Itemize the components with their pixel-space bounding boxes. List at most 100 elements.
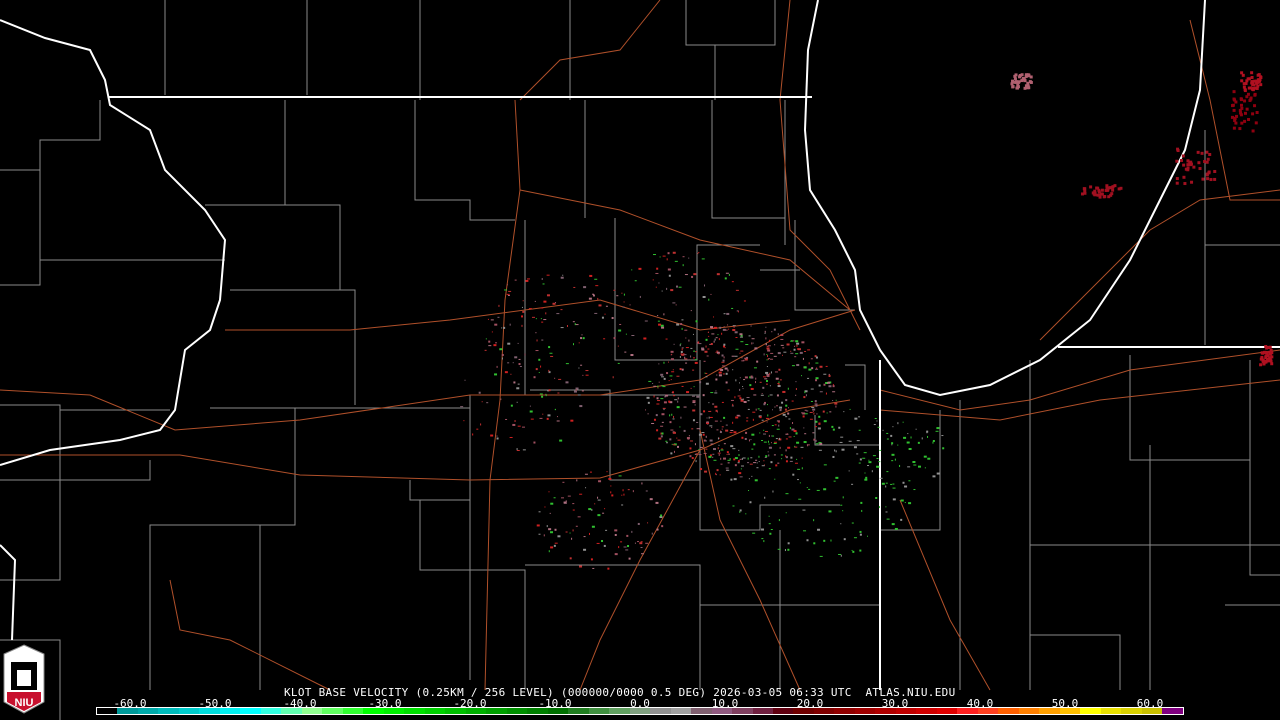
velocity-echo (815, 426, 818, 428)
velocity-echo (782, 391, 785, 393)
velocity-echo (915, 428, 917, 430)
velocity-echo (774, 478, 776, 480)
velocity-echo (738, 449, 740, 451)
velocity-echo (864, 472, 866, 474)
velocity-echo (787, 387, 789, 390)
velocity-echo (668, 361, 670, 363)
velocity-echo (507, 362, 510, 364)
velocity-echo (559, 439, 563, 442)
velocity-echo (662, 407, 666, 409)
velocity-echo (1015, 86, 1019, 90)
velocity-echo (542, 413, 544, 415)
velocity-echo (541, 339, 544, 341)
velocity-echo (795, 394, 797, 396)
velocity-echo (815, 439, 817, 442)
velocity-echo (717, 334, 719, 336)
velocity-echo (763, 540, 765, 543)
velocity-echo (790, 352, 794, 354)
velocity-echo (932, 441, 934, 444)
velocity-echo (737, 460, 740, 463)
velocity-echo (1175, 177, 1179, 181)
velocity-echo (588, 297, 592, 300)
velocity-echo (802, 357, 804, 360)
velocity-echo (538, 511, 541, 513)
velocity-echo (1255, 86, 1259, 90)
colorbar-segment (158, 708, 179, 714)
velocity-echo (778, 381, 780, 384)
velocity-echo (651, 422, 655, 424)
velocity-echo (838, 553, 842, 555)
velocity-echo (660, 425, 664, 427)
velocity-echo (546, 274, 550, 276)
velocity-echo (818, 384, 821, 387)
velocity-echo (591, 525, 595, 528)
velocity-echo (577, 516, 581, 518)
velocity-echo (591, 508, 593, 511)
velocity-echo (908, 502, 912, 505)
velocity-echo (748, 335, 751, 337)
velocity-echo (769, 394, 773, 396)
velocity-echo (807, 377, 810, 379)
velocity-echo (1208, 152, 1212, 156)
velocity-echo (671, 353, 673, 355)
velocity-echo (694, 443, 696, 446)
velocity-echo (497, 316, 500, 318)
velocity-echo (665, 440, 668, 442)
velocity-echo (874, 417, 877, 419)
velocity-echo (770, 371, 772, 374)
velocity-echo (660, 373, 664, 376)
velocity-echo (681, 319, 684, 321)
velocity-echo (521, 306, 523, 308)
velocity-echo (611, 494, 614, 497)
velocity-echo (799, 351, 803, 354)
velocity-echo (818, 415, 821, 418)
velocity-echo (788, 418, 791, 420)
velocity-echo (673, 450, 675, 453)
velocity-echo (670, 289, 674, 292)
velocity-echo (752, 532, 756, 534)
velocity-echo (693, 273, 697, 276)
velocity-echo (575, 387, 579, 390)
velocity-echo (518, 358, 521, 360)
velocity-echo (781, 458, 783, 460)
velocity-echo (719, 372, 722, 374)
velocity-echo (754, 479, 758, 482)
velocity-echo (740, 465, 744, 467)
velocity-echo (708, 455, 712, 458)
velocity-echo (506, 293, 510, 295)
velocity-echo (751, 433, 755, 436)
velocity-echo (746, 397, 750, 399)
velocity-echo (726, 312, 730, 315)
velocity-echo (708, 335, 710, 337)
velocity-echo (718, 437, 720, 439)
velocity-echo (662, 386, 666, 388)
velocity-echo (769, 532, 772, 535)
velocity-echo (679, 426, 681, 428)
velocity-echo (1200, 151, 1204, 155)
velocity-echo (486, 402, 489, 404)
velocity-echo (504, 371, 508, 374)
velocity-echo (682, 256, 685, 258)
velocity-echo (1247, 118, 1251, 122)
velocity-echo (778, 424, 780, 427)
velocity-echo (602, 512, 605, 514)
velocity-echo (735, 379, 737, 382)
velocity-echo (766, 359, 768, 361)
velocity-echo (747, 462, 750, 464)
velocity-echo (763, 353, 765, 356)
velocity-echo (535, 350, 539, 352)
velocity-echo (785, 449, 787, 452)
colorbar-segment (465, 708, 487, 714)
velocity-echo (668, 274, 671, 277)
velocity-echo (770, 358, 774, 360)
velocity-echo (1243, 111, 1247, 115)
velocity-echo (683, 406, 687, 408)
velocity-echo (904, 485, 908, 488)
velocity-echo (525, 279, 529, 282)
velocity-echo (796, 364, 800, 367)
velocity-echo (784, 549, 786, 552)
velocity-echo (657, 400, 661, 402)
velocity-echo (787, 412, 790, 415)
velocity-echo (817, 528, 821, 531)
velocity-echo (825, 392, 827, 395)
